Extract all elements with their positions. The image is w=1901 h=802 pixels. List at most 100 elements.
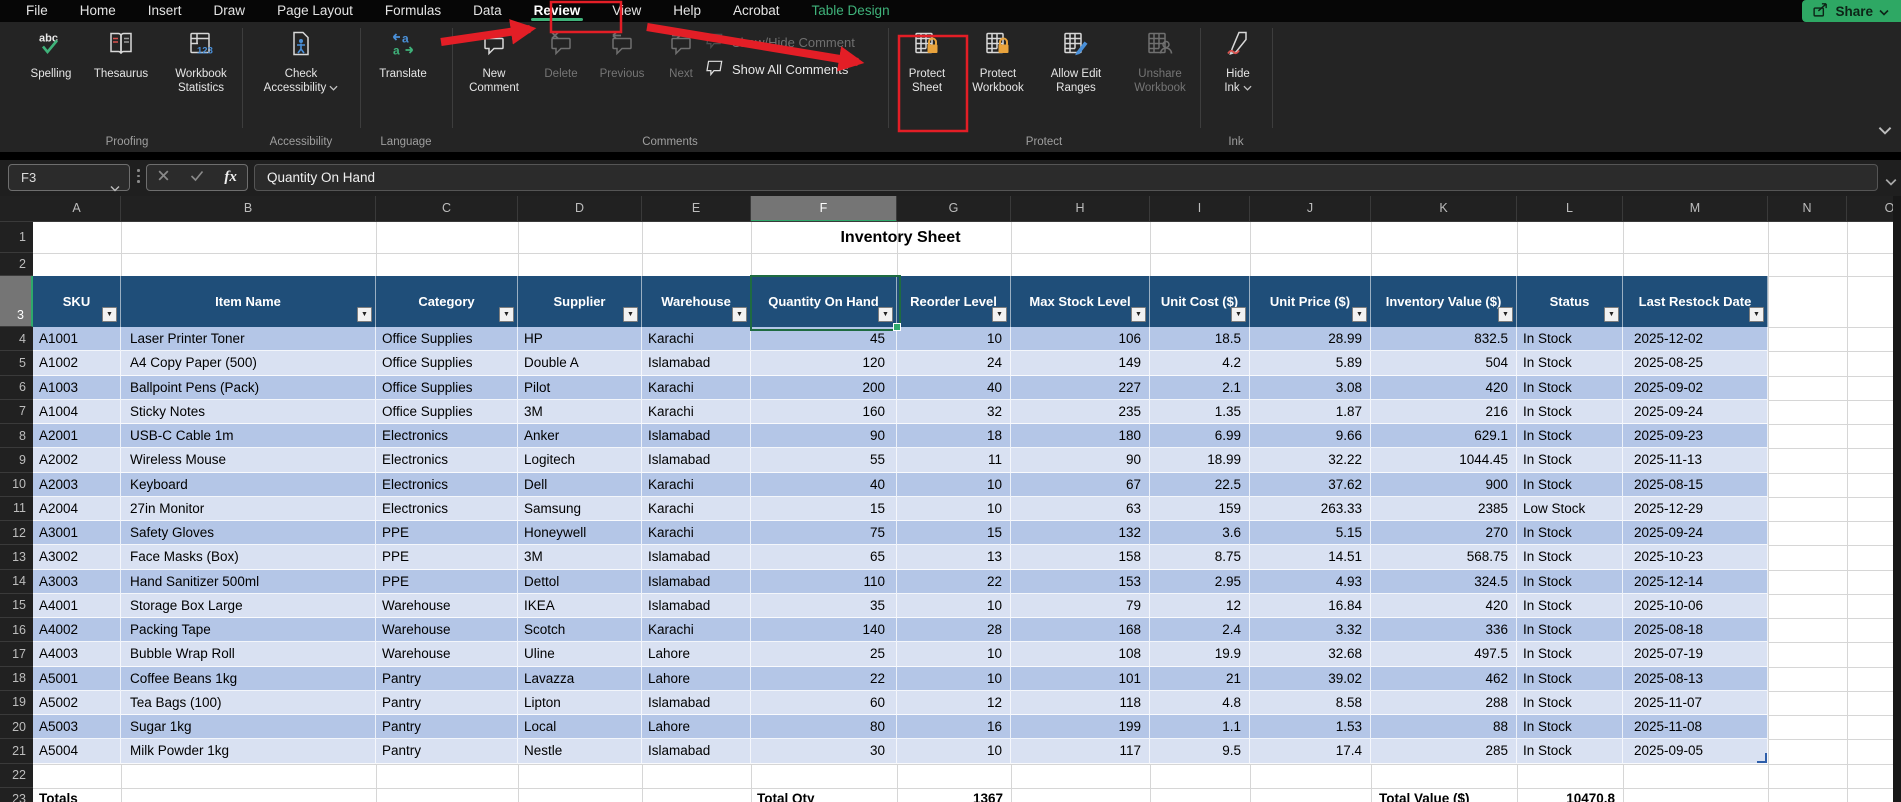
cell-H9[interactable]: 90 — [1011, 448, 1150, 473]
filter-button[interactable]: ▼ — [1749, 307, 1764, 322]
cell-J11[interactable]: 263.33 — [1250, 496, 1371, 521]
cell-J12[interactable]: 5.15 — [1250, 521, 1371, 546]
total-value-total[interactable]: 10470.8 — [1517, 788, 1623, 802]
cell-C6[interactable]: Office Supplies — [376, 375, 518, 400]
table-header-last-restock-date[interactable]: Last Restock Date ▼ — [1623, 276, 1768, 327]
cell-K9[interactable]: 1044.45 — [1371, 448, 1517, 473]
column-header-M[interactable]: M — [1623, 196, 1768, 221]
cell-F11[interactable]: 15 — [751, 496, 897, 521]
cell-F9[interactable]: 55 — [751, 448, 897, 473]
cell-L15[interactable]: In Stock — [1517, 593, 1623, 618]
cell-B9[interactable]: Wireless Mouse — [121, 448, 376, 473]
cell-B21[interactable]: Milk Powder 1kg — [121, 739, 376, 764]
cell-I21[interactable]: 9.5 — [1150, 739, 1250, 764]
cell-I20[interactable]: 1.1 — [1150, 715, 1250, 740]
cell-H6[interactable]: 227 — [1011, 375, 1150, 400]
check-accessibility-button[interactable]: Check Accessibility — [248, 24, 354, 130]
filter-button[interactable]: ▼ — [499, 307, 514, 322]
row-header-12[interactable]: 12 — [0, 521, 33, 546]
cell-K15[interactable]: 420 — [1371, 593, 1517, 618]
cell-D7[interactable]: 3M — [518, 399, 642, 424]
cell-M12[interactable]: 2025-09-24 — [1623, 521, 1768, 546]
cell-F6[interactable]: 200 — [751, 375, 897, 400]
cell-D16[interactable]: Scotch — [518, 618, 642, 643]
table-header-status[interactable]: Status ▼ — [1517, 276, 1623, 327]
cell-M9[interactable]: 2025-11-13 — [1623, 448, 1768, 473]
cell-I12[interactable]: 3.6 — [1150, 521, 1250, 546]
cell-G21[interactable]: 10 — [897, 739, 1011, 764]
cell-M17[interactable]: 2025-07-19 — [1623, 642, 1768, 667]
cell-C11[interactable]: Electronics — [376, 496, 518, 521]
name-box[interactable]: F3 — [8, 164, 130, 192]
cell-F20[interactable]: 80 — [751, 715, 897, 740]
cell-E14[interactable]: Islamabad — [642, 569, 751, 594]
row-header-13[interactable]: 13 — [0, 545, 33, 570]
cell-F4[interactable]: 45 — [751, 327, 897, 352]
cell-B7[interactable]: Sticky Notes — [121, 399, 376, 424]
cell-E17[interactable]: Lahore — [642, 642, 751, 667]
row-header-8[interactable]: 8 — [0, 424, 33, 449]
cell-G20[interactable]: 16 — [897, 715, 1011, 740]
cell-F16[interactable]: 140 — [751, 618, 897, 643]
cell-D19[interactable]: Lipton — [518, 690, 642, 715]
column-header-A[interactable]: A — [33, 196, 121, 221]
cell-G17[interactable]: 10 — [897, 642, 1011, 667]
cell-A4[interactable]: A1001 — [33, 327, 121, 352]
cell-A16[interactable]: A4002 — [33, 618, 121, 643]
cell-M13[interactable]: 2025-10-23 — [1623, 545, 1768, 570]
cell-B18[interactable]: Coffee Beans 1kg — [121, 666, 376, 691]
cell-I6[interactable]: 2.1 — [1150, 375, 1250, 400]
workbook-statistics-button[interactable]: 123 Workbook Statistics — [158, 24, 244, 130]
cell-L6[interactable]: In Stock — [1517, 375, 1623, 400]
cell-A17[interactable]: A4003 — [33, 642, 121, 667]
cell-E4[interactable]: Karachi — [642, 327, 751, 352]
cell-E12[interactable]: Karachi — [642, 521, 751, 546]
cell-D18[interactable]: Lavazza — [518, 666, 642, 691]
cell-D9[interactable]: Logitech — [518, 448, 642, 473]
row-header-14[interactable]: 14 — [0, 570, 33, 594]
cell-C19[interactable]: Pantry — [376, 690, 518, 715]
column-header-H[interactable]: H — [1011, 196, 1150, 221]
cell-A15[interactable]: A4001 — [33, 593, 121, 618]
cell-G11[interactable]: 10 — [897, 496, 1011, 521]
cell-G5[interactable]: 24 — [897, 351, 1011, 376]
cell-I14[interactable]: 2.95 — [1150, 569, 1250, 594]
row-header-20[interactable]: 20 — [0, 715, 33, 740]
column-header-I[interactable]: I — [1150, 196, 1250, 221]
cell-D10[interactable]: Dell — [518, 472, 642, 497]
cell-G6[interactable]: 40 — [897, 375, 1011, 400]
totals-label[interactable]: Totals — [33, 788, 121, 802]
cell-M10[interactable]: 2025-08-15 — [1623, 472, 1768, 497]
row-header-2[interactable]: 2 — [0, 253, 33, 276]
cell-J5[interactable]: 5.89 — [1250, 351, 1371, 376]
cell-A20[interactable]: A5003 — [33, 715, 121, 740]
cell-I17[interactable]: 19.9 — [1150, 642, 1250, 667]
collapse-ribbon-icon[interactable] — [1878, 122, 1892, 140]
cell-C10[interactable]: Electronics — [376, 472, 518, 497]
cell-E6[interactable]: Karachi — [642, 375, 751, 400]
cell-I15[interactable]: 12 — [1150, 593, 1250, 618]
menu-item-review[interactable]: Review — [518, 0, 597, 22]
cell-C9[interactable]: Electronics — [376, 448, 518, 473]
cell-K5[interactable]: 504 — [1371, 351, 1517, 376]
cell-K6[interactable]: 420 — [1371, 375, 1517, 400]
cell-K12[interactable]: 270 — [1371, 521, 1517, 546]
enter-check-icon[interactable] — [190, 169, 204, 187]
cell-C20[interactable]: Pantry — [376, 715, 518, 740]
cell-M11[interactable]: 2025-12-29 — [1623, 496, 1768, 521]
spelling-button[interactable]: abc Spelling — [18, 24, 84, 130]
column-header-G[interactable]: G — [897, 196, 1011, 221]
cell-E13[interactable]: Islamabad — [642, 545, 751, 570]
cell-L18[interactable]: In Stock — [1517, 666, 1623, 691]
cell-I16[interactable]: 2.4 — [1150, 618, 1250, 643]
cell-M14[interactable]: 2025-12-14 — [1623, 569, 1768, 594]
cell-F15[interactable]: 35 — [751, 593, 897, 618]
cell-F8[interactable]: 90 — [751, 424, 897, 449]
cell-M4[interactable]: 2025-12-02 — [1623, 327, 1768, 352]
cell-D17[interactable]: Uline — [518, 642, 642, 667]
cell-I19[interactable]: 4.8 — [1150, 690, 1250, 715]
cell-C12[interactable]: PPE — [376, 521, 518, 546]
cell-A10[interactable]: A2003 — [33, 472, 121, 497]
cell-M7[interactable]: 2025-09-24 — [1623, 399, 1768, 424]
cell-I10[interactable]: 22.5 — [1150, 472, 1250, 497]
